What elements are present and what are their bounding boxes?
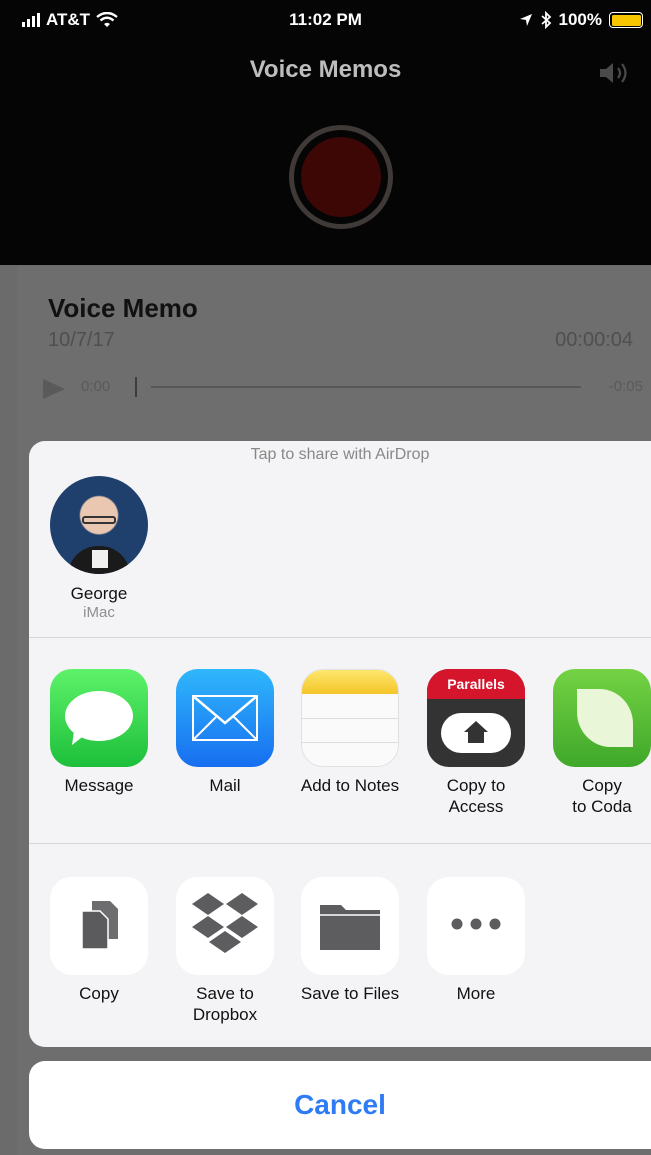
recorder-panel: AT&T 11:02 PM 100% Voice Memos	[0, 0, 651, 265]
more-icon	[427, 877, 525, 975]
action-copy[interactable]: Copy	[44, 877, 154, 1004]
cancel-button[interactable]: Cancel	[29, 1061, 651, 1149]
remaining-time: -0:05	[608, 378, 643, 395]
memo-duration: 00:00:04	[555, 329, 633, 351]
avatar-collar	[92, 550, 108, 568]
status-bar: AT&T 11:02 PM 100%	[0, 0, 651, 40]
parallels-access-icon: Parallels	[427, 669, 525, 767]
airdrop-hint: Tap to share with AirDrop	[250, 446, 430, 463]
parallels-badge: Parallels	[427, 669, 525, 699]
avatar	[50, 476, 148, 574]
memo-title: Voice Memo	[48, 293, 198, 323]
scrubber-track[interactable]	[151, 386, 581, 388]
coda-icon	[553, 669, 651, 767]
share-app-label: Copy to Coda	[572, 776, 632, 816]
bluetooth-icon	[540, 11, 551, 29]
mail-icon	[176, 669, 274, 767]
divider	[29, 637, 651, 638]
notes-icon	[301, 669, 399, 767]
action-label: Copy	[79, 984, 119, 1003]
share-app-label: Add to Notes	[300, 776, 400, 795]
action-row: Copy Save to Dropbox Save to Files More	[29, 877, 651, 1047]
share-app-mail[interactable]: Mail	[170, 669, 280, 796]
share-app-label: Mail	[209, 776, 241, 795]
scrubber-handle[interactable]	[135, 377, 137, 397]
folder-icon	[301, 877, 399, 975]
share-app-label: Message	[64, 776, 134, 795]
play-icon[interactable]	[41, 377, 67, 401]
action-more[interactable]: More	[421, 877, 531, 1004]
record-dot	[301, 137, 381, 217]
avatar-glasses	[82, 516, 116, 524]
contact-device: iMac	[83, 604, 115, 621]
location-icon	[519, 14, 532, 26]
action-save-files[interactable]: Save to Files	[295, 877, 405, 1004]
share-app-coda[interactable]: Copy to Coda	[547, 669, 651, 817]
elapsed-time: 0:00	[81, 378, 111, 395]
memo-date: 10/7/17	[48, 329, 115, 351]
speaker-icon[interactable]	[597, 58, 633, 88]
share-app-notes[interactable]: Add to Notes	[295, 669, 405, 796]
battery-percent: 100%	[558, 10, 602, 29]
divider	[29, 843, 651, 844]
share-app-label: Copy to Access	[446, 776, 506, 816]
copy-icon	[50, 877, 148, 975]
share-sheet: Tap to share with AirDrop George iMac Me…	[29, 441, 651, 1047]
status-right: 100%	[519, 10, 643, 30]
share-app-parallels-access[interactable]: Parallels Copy to Access	[421, 669, 531, 817]
action-label: Save to Files	[300, 984, 400, 1003]
battery-icon	[609, 12, 643, 28]
app-row: Message Mail Add to Notes Parallels Copy…	[29, 669, 651, 839]
airdrop-contact[interactable]: George iMac	[49, 476, 149, 621]
page-title: Voice Memos	[249, 56, 402, 83]
contact-name: George	[70, 584, 128, 603]
share-app-message[interactable]: Message	[44, 669, 154, 796]
messages-icon	[50, 669, 148, 767]
action-label: More	[456, 984, 496, 1003]
action-dropbox[interactable]: Save to Dropbox	[170, 877, 280, 1025]
action-label: Save to Dropbox	[192, 984, 258, 1024]
record-button[interactable]	[289, 125, 393, 229]
dropbox-icon	[176, 877, 274, 975]
